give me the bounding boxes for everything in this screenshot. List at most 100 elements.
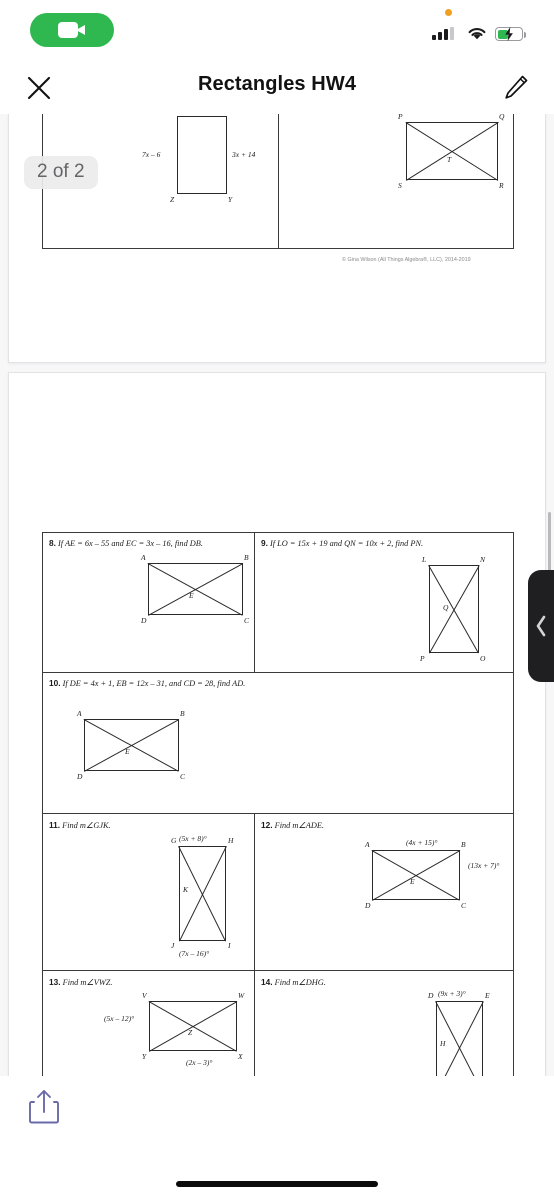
vertex-label-h: H (228, 836, 234, 845)
figure-rectangle-pqrs: P Q S R T (394, 114, 524, 201)
angle-label-bottom: (2x – 3)° (186, 1058, 213, 1067)
vertex-label-r: R (499, 181, 504, 190)
grid-divider-horizontal (42, 672, 514, 673)
page-title: Rectangles HW4 (197, 73, 357, 95)
question-10: 10. If DE = 4x + 1, EB = 12x – 31, and C… (49, 678, 245, 688)
question-12: 12. Find m∠ADE. (261, 820, 324, 830)
home-indicator (176, 1181, 378, 1187)
question-9: 9. If LO = 15x + 19 and QN = 10x + 2, fi… (261, 538, 423, 548)
vertex-label-v: V (142, 991, 147, 1000)
cellular-signal-icon (432, 27, 454, 40)
question-13: 13. Find m∠VWZ. (49, 977, 112, 987)
vertex-label-e: E (410, 877, 415, 886)
angle-label-right: (13x + 7)° (468, 861, 500, 870)
vertex-label-t: T (447, 155, 452, 164)
worksheet-page-2: 8. If AE = 6x – 55 and EC = 3x – 16, fin… (8, 372, 546, 1076)
vertex-label-e: E (189, 591, 194, 600)
status-bar (0, 0, 554, 58)
vertex-label-e: E (125, 747, 130, 756)
document-scroll-area[interactable]: m∠BCD = m∠ABD = m∠ADB = m∠ADE = m∠AEB = … (0, 114, 554, 1076)
vertex-label-q: Q (499, 114, 505, 121)
side-label-left: 7x – 6 (142, 150, 161, 159)
angle-label-top: (4x + 15)° (406, 838, 438, 847)
navigation-bar: Rectangles HW4 (0, 62, 554, 114)
vertex-label-w: W (170, 114, 176, 115)
vertex-label-z: Z (188, 1028, 193, 1037)
question-text: Find m∠ADE. (274, 821, 325, 830)
vertex-label-b: B (180, 709, 185, 718)
figure-rectangle-vwxy-q13: V W Y X Z (5x – 12)° (2x – 3)° (104, 983, 254, 1076)
grid-divider-vertical (254, 532, 255, 672)
vertex-label-s: S (398, 181, 402, 190)
figure-rectangle-abcd-q8: A B D C E (134, 553, 254, 643)
pencil-edit-icon[interactable] (502, 73, 530, 101)
grid-divider-horizontal (42, 970, 514, 971)
drawer-toggle-handle[interactable] (528, 570, 554, 682)
chevron-left-icon (536, 615, 546, 637)
vertex-label-c: C (244, 616, 250, 625)
worksheet-page-1: m∠BCD = m∠ABD = m∠ADB = m∠ADE = m∠AEB = … (8, 114, 546, 363)
question-11: 11. Find m∠GJK. (49, 820, 111, 830)
figure-rectangle-lnop-q9: L N P O Q (414, 553, 514, 668)
figure-rectangle-abcd-q12: A B D C E (4x + 15)° (13x + 7)° (354, 828, 514, 938)
vertex-label-d: D (141, 616, 147, 625)
share-icon[interactable] (28, 1088, 60, 1126)
rectangle-shape (177, 116, 227, 194)
vertex-label-q: Q (443, 603, 449, 612)
figure-rectangle-wxyz: W X Z Y 7x – 6 3x + 14 (139, 114, 269, 214)
question-8: 8. If AE = 6x – 55 and EC = 3x – 16, fin… (49, 538, 203, 548)
angle-label-left: (5x – 12)° (104, 1014, 135, 1023)
angle-label-top: (9x + 3)° (438, 989, 466, 998)
vertex-label-w: W (238, 991, 245, 1000)
question-14: 14. Find m∠DHG. (261, 977, 326, 987)
grid-divider-vertical (278, 114, 279, 249)
angle-label-bottom: (7x – 16)° (179, 949, 210, 958)
camera-active-indicator[interactable] (30, 13, 114, 47)
vertex-label-x: X (238, 1052, 243, 1061)
question-number: 10. (49, 678, 61, 688)
microphone-privacy-dot-icon (445, 9, 452, 16)
vertex-label-a: A (365, 840, 370, 849)
wifi-icon (468, 28, 486, 40)
vertex-label-p: P (398, 114, 403, 121)
vertex-label-y: Y (142, 1052, 147, 1061)
figure-rectangle-defg-q14: D E G F H (9x + 3)° (14x – 27)° (414, 983, 514, 1076)
copyright-notice: © Gina Wilson (All Things Algebra®, LLC)… (342, 257, 471, 263)
vertex-label-y: Y (228, 195, 233, 204)
vertex-label-a: A (77, 709, 82, 718)
question-text: Find m∠GJK. (62, 821, 111, 830)
question-number: 13. (49, 977, 61, 987)
angle-label-top: (5x + 8)° (179, 834, 207, 843)
question-text: If LO = 15x + 19 and QN = 10x + 2, find … (270, 539, 424, 548)
vertex-label-e: E (485, 991, 490, 1000)
figure-rectangle-ghij-q11: G H J I K (5x + 8)° (7x – 16)° (154, 828, 254, 963)
vertex-label-l: L (422, 555, 427, 564)
figure-rectangle-abcd-q10: A B D C E (64, 701, 194, 796)
page-counter-badge: 2 of 2 (24, 156, 98, 189)
vertex-label-d: D (365, 901, 371, 910)
vertex-label-i: I (228, 941, 231, 950)
question-text: If DE = 4x + 1, EB = 12x – 31, and CD = … (62, 679, 246, 688)
question-text: Find m∠DHG. (274, 978, 326, 987)
question-number: 9. (261, 538, 268, 548)
vertex-label-b: B (461, 840, 466, 849)
vertex-label-g: G (171, 836, 177, 845)
vertex-label-k: K (183, 885, 189, 894)
bottom-toolbar (0, 1076, 554, 1200)
app-screen: Rectangles HW4 m∠BCD = m∠ABD = (0, 0, 554, 1200)
vertex-label-n: N (480, 555, 486, 564)
question-number: 8. (49, 538, 56, 548)
vertex-label-x: X (228, 114, 233, 115)
vertex-label-d: D (428, 991, 434, 1000)
question-number: 14. (261, 977, 273, 987)
vertex-label-a: A (141, 553, 146, 562)
vertex-label-c: C (180, 772, 186, 781)
vertex-label-o: O (480, 654, 486, 663)
vertex-label-c: C (461, 901, 467, 910)
video-camera-icon (58, 22, 86, 38)
question-number: 11. (49, 820, 61, 830)
vertex-label-b: B (244, 553, 249, 562)
grid-divider-vertical (254, 813, 255, 1076)
side-label-right: 3x + 14 (232, 150, 256, 159)
question-number: 12. (261, 820, 273, 830)
